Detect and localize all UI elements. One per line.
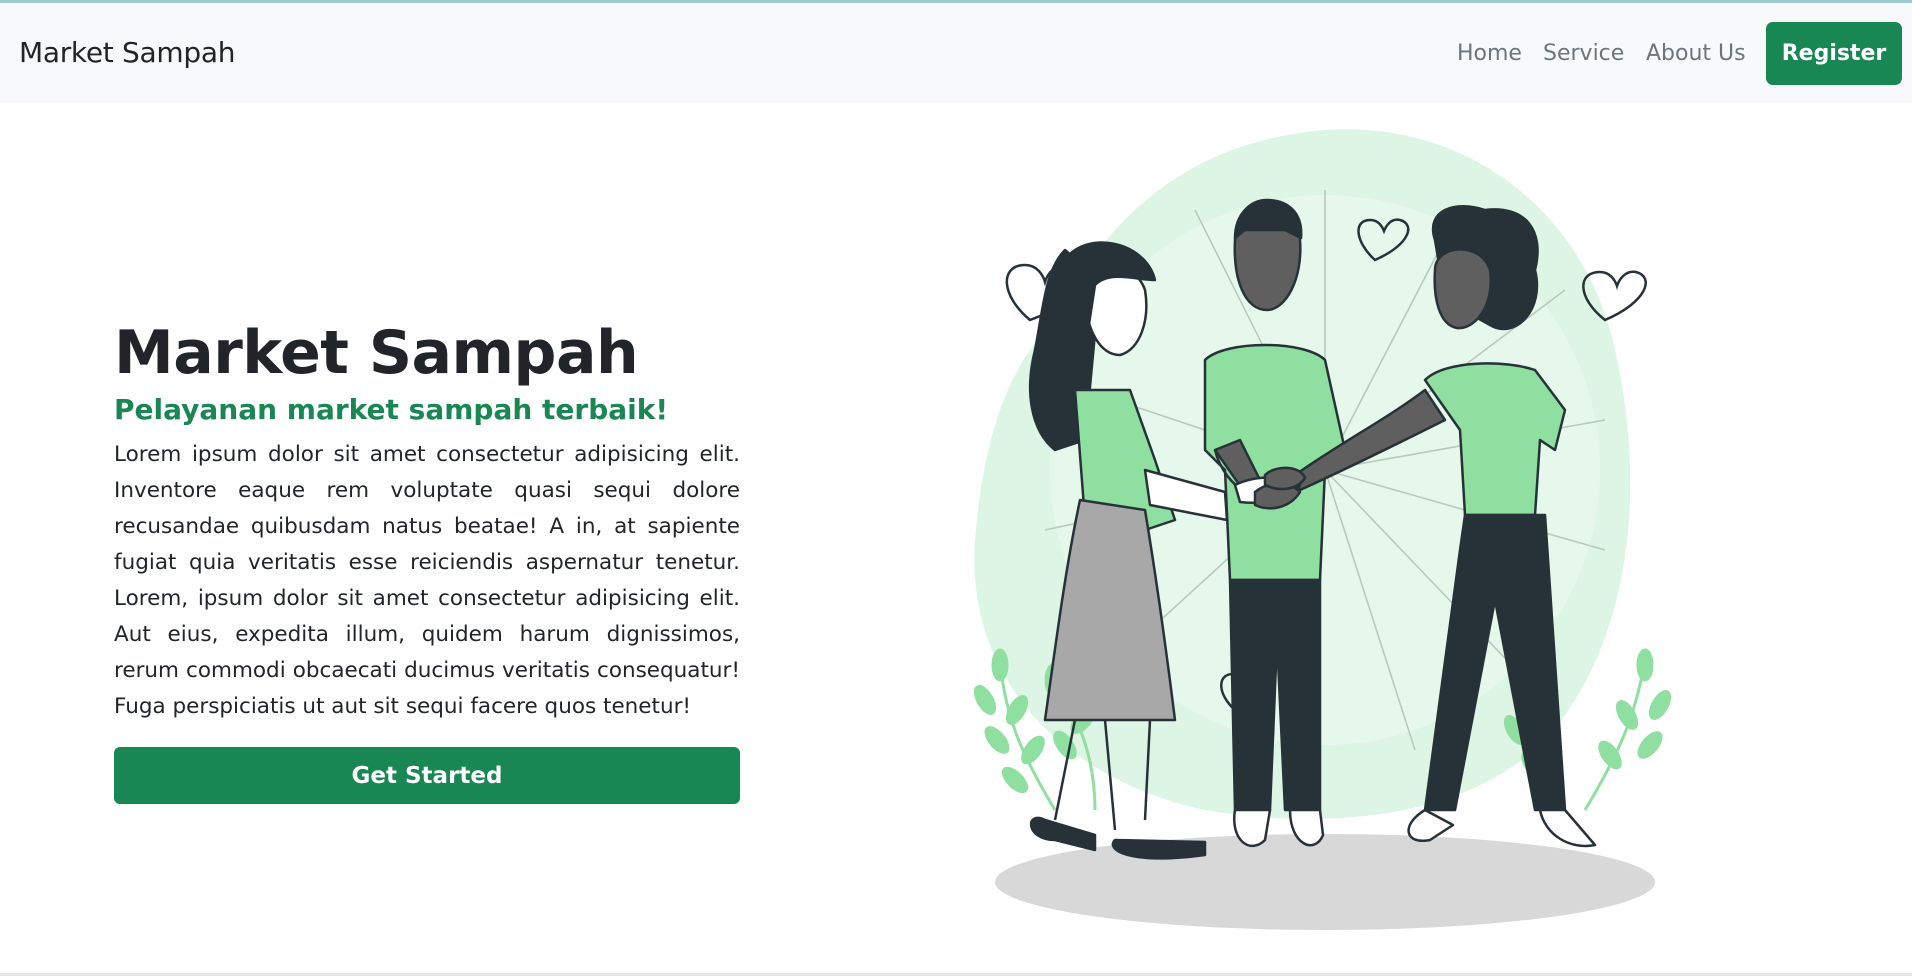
navbar: Market Sampah Home Service About Us Regi…: [0, 3, 1912, 103]
get-started-button[interactable]: Get Started: [114, 747, 740, 804]
nav-link-about-us[interactable]: About Us: [1646, 41, 1746, 66]
nav-link-home[interactable]: Home: [1457, 41, 1522, 66]
navbar-brand[interactable]: Market Sampah: [19, 36, 235, 69]
register-button[interactable]: Register: [1766, 22, 1902, 85]
hero-description: Lorem ipsum dolor sit amet consectetur a…: [114, 442, 740, 719]
hero-subtitle: Pelayanan market sampah terbaik!: [114, 393, 669, 426]
nav-link-service[interactable]: Service: [1543, 41, 1624, 66]
hero-title: Market Sampah: [114, 318, 639, 388]
team-hands-together-illustration: [973, 129, 1672, 930]
